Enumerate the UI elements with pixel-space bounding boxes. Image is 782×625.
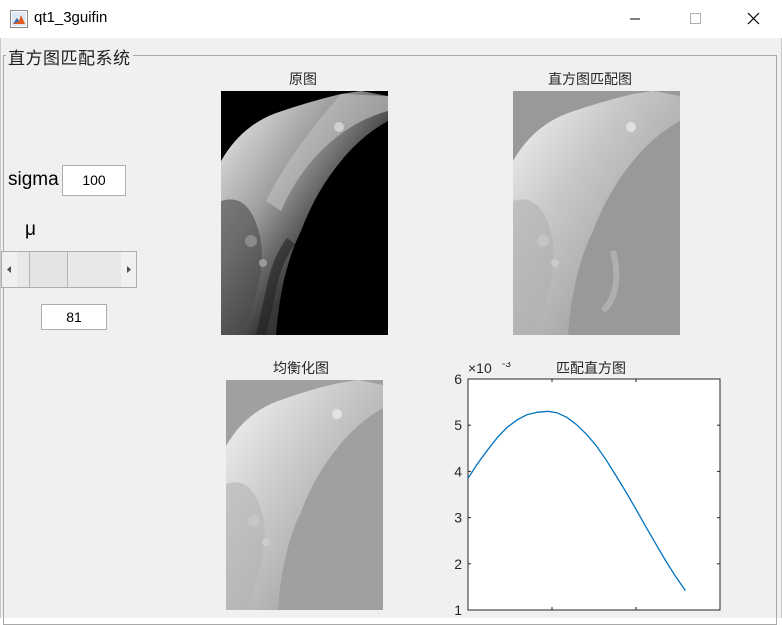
matlab-figure-icon (10, 10, 28, 28)
y-tick-label: 1 (454, 602, 462, 618)
maximize-icon (690, 13, 701, 24)
y-tick-label: 3 (454, 510, 462, 526)
arrow-right-icon (127, 266, 131, 273)
close-button[interactable] (730, 0, 776, 38)
match-histogram-chart: 1 2 3 4 5 6 ×10 -3 (454, 362, 721, 618)
slider-right-arrow[interactable] (121, 252, 136, 287)
slider-left-arrow[interactable] (2, 252, 17, 287)
sigma-label: sigma (8, 169, 59, 190)
minimize-icon (630, 18, 640, 20)
close-icon (747, 12, 760, 25)
original-image (221, 91, 388, 335)
y-exponent-power: -3 (502, 362, 511, 370)
equalized-image (226, 380, 383, 610)
original-image-title: 原图 (289, 72, 317, 88)
mu-slider[interactable] (1, 251, 137, 288)
matched-image (513, 91, 680, 335)
window-title: qt1_3guifin (34, 9, 108, 26)
y-exponent-label: ×10 (468, 362, 492, 376)
equalized-image-title: 均衡化图 (273, 361, 329, 377)
y-tick-label: 5 (454, 417, 462, 433)
matched-image-title: 直方图匹配图 (548, 72, 632, 88)
window-title-bar[interactable]: qt1_3guifin (0, 0, 782, 38)
arrow-left-icon (7, 266, 11, 273)
mu-value-field[interactable]: 81 (41, 304, 107, 330)
mu-label: μ (25, 219, 36, 240)
slider-thumb[interactable] (28, 252, 68, 287)
minimize-button[interactable] (612, 0, 658, 38)
maximize-button[interactable] (672, 0, 718, 38)
y-tick-label: 6 (454, 371, 462, 387)
y-tick-label: 2 (454, 556, 462, 572)
y-tick-label: 4 (454, 463, 462, 479)
panel-title: 直方图匹配系统 (6, 44, 133, 69)
sigma-input[interactable]: 100 (62, 165, 126, 196)
plot-area (467, 378, 721, 611)
window-border-left (0, 38, 1, 618)
